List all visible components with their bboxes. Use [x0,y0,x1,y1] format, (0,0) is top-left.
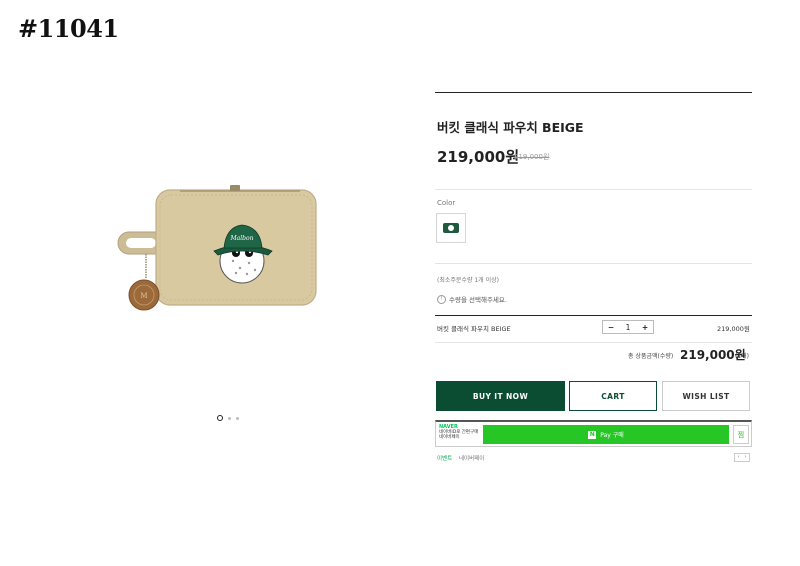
color-swatch[interactable] [436,213,466,243]
color-label: Color [437,199,456,207]
divider [435,342,752,343]
naver-pay-subtext: 네이버ID로 간편구매 네이버페이 [439,430,479,440]
option-name: 버킷 클래식 파우치 BEIGE [437,325,511,333]
svg-text:M: M [140,292,147,300]
naver-event-text: 네이버페이 [459,456,485,462]
total-label: 총 상품금액(수량) [628,353,674,360]
naver-event-pager: ‹ › [734,453,750,462]
product-sku-label: #11041 [18,14,119,43]
quantity-notice-text: 수량을 선택해주세요. [449,296,507,304]
min-order-notice: (최소주문수량 1개 이상) [437,277,499,284]
quantity-increase-button[interactable]: + [637,323,653,332]
divider [435,263,752,264]
naver-pay-label: Pay 구매 [600,432,624,439]
quantity-stepper[interactable]: − 1 + [602,320,654,334]
next-arrow-icon[interactable]: › [742,454,749,461]
gallery-pagination [217,413,239,423]
hat-logo-text: Malbon [230,235,254,242]
product-image: M Malbon [110,175,330,325]
prev-arrow-icon[interactable]: ‹ [735,454,742,461]
quantity-decrease-button[interactable]: − [603,323,619,332]
naver-wish-button[interactable]: 찜 [733,425,749,444]
pouch-illustration: M Malbon [117,185,317,311]
gallery-dot-1[interactable] [217,415,223,421]
option-divider [435,315,752,316]
gallery-dot-2[interactable] [228,416,231,420]
naver-n-icon: N [588,430,597,439]
quantity-notice: ! 수량을 선택해주세요. [437,294,507,304]
naver-event-link[interactable]: 이벤트 [437,454,452,462]
product-price: 219,000원 [437,148,520,166]
total-count: (1개) [735,353,750,360]
quantity-value[interactable]: 1 [620,323,636,332]
info-icon: ! [437,294,446,304]
cart-button[interactable]: CART [569,381,657,411]
gallery-dot-3[interactable] [236,416,239,420]
divider [435,189,752,190]
section-divider [435,92,752,93]
color-swatch-thumbnail [443,223,459,233]
option-price: 219,000원 [717,325,750,333]
original-price: 219,000원 [514,153,550,161]
naver-pay-button[interactable]: N Pay 구매 [483,425,729,444]
wish-list-button[interactable]: WISH LIST [662,381,750,411]
product-title: 버킷 클래식 파우치 BEIGE [437,120,584,135]
buy-now-button[interactable]: BUY IT NOW [436,381,565,411]
